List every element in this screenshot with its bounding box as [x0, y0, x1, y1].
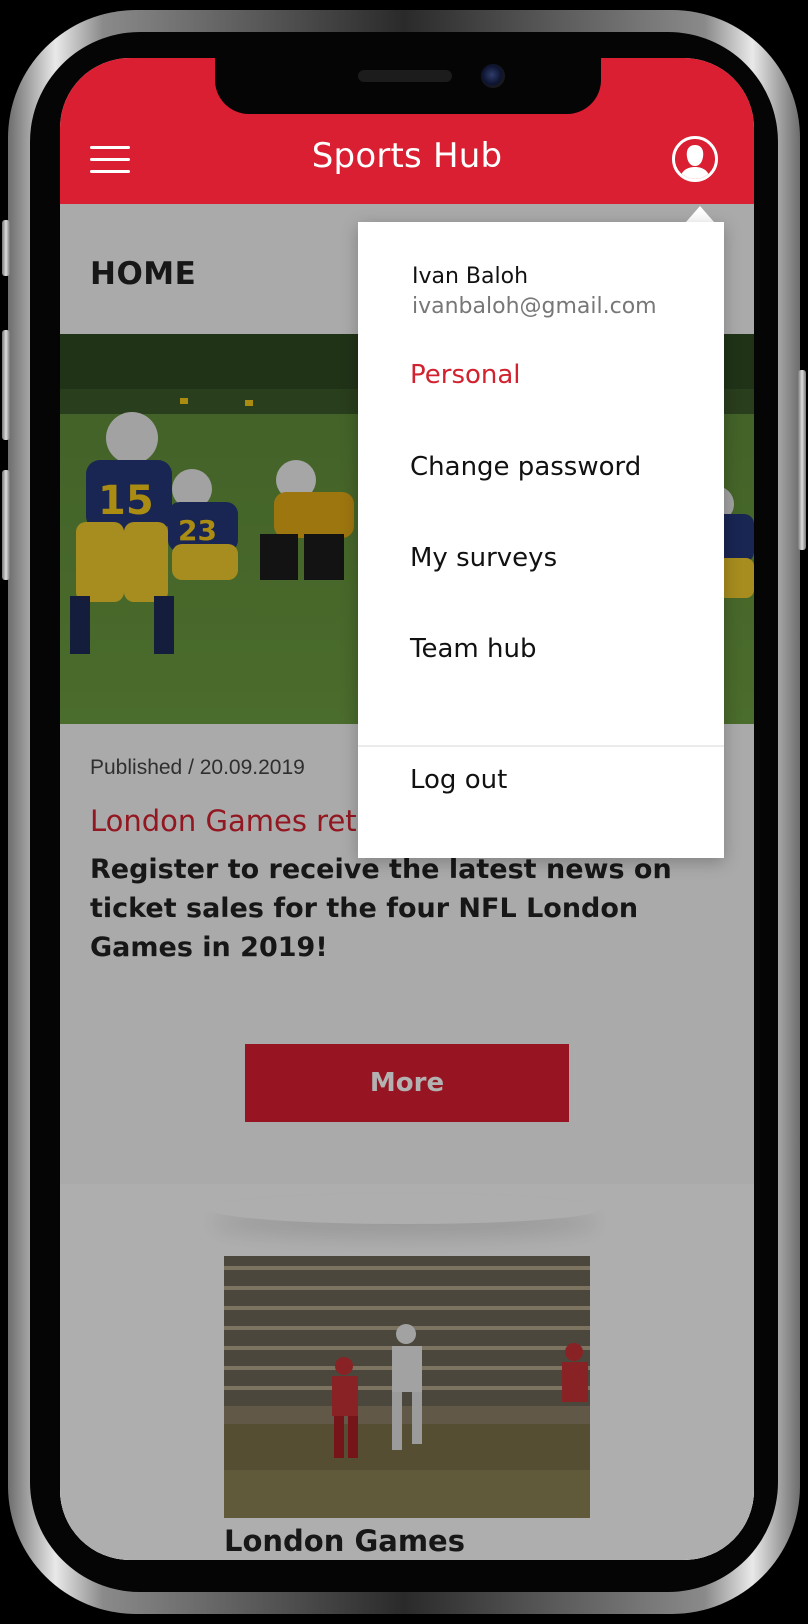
- volume-down-button: [2, 470, 10, 580]
- user-name: Ivan Baloh: [412, 264, 529, 289]
- dropdown-caret: [686, 206, 714, 222]
- app-title: Sports Hub: [311, 136, 503, 176]
- app-header: Sports Hub: [60, 58, 754, 204]
- power-button: [798, 370, 806, 550]
- volume-up-button: [2, 330, 10, 440]
- user-avatar-icon[interactable]: [672, 136, 718, 182]
- logout-button[interactable]: Log out: [410, 765, 507, 795]
- user-email: ivanbaloh@gmail.com: [412, 294, 657, 319]
- front-camera: [481, 64, 505, 88]
- menu-item-change-password[interactable]: Change password: [410, 452, 641, 482]
- speaker: [358, 70, 452, 82]
- menu-item-my-surveys[interactable]: My surveys: [410, 543, 557, 573]
- menu-item-personal[interactable]: Personal: [410, 360, 521, 390]
- phone-screen: Sports Hub HOME 15 23 Published / 20.09.…: [60, 58, 754, 1560]
- mute-switch: [2, 220, 10, 276]
- notch: [215, 58, 601, 114]
- menu-divider: [358, 745, 724, 747]
- menu-item-team-hub[interactable]: Team hub: [410, 634, 536, 664]
- profile-dropdown: Ivan Baloh ivanbaloh@gmail.com Personal …: [358, 222, 724, 858]
